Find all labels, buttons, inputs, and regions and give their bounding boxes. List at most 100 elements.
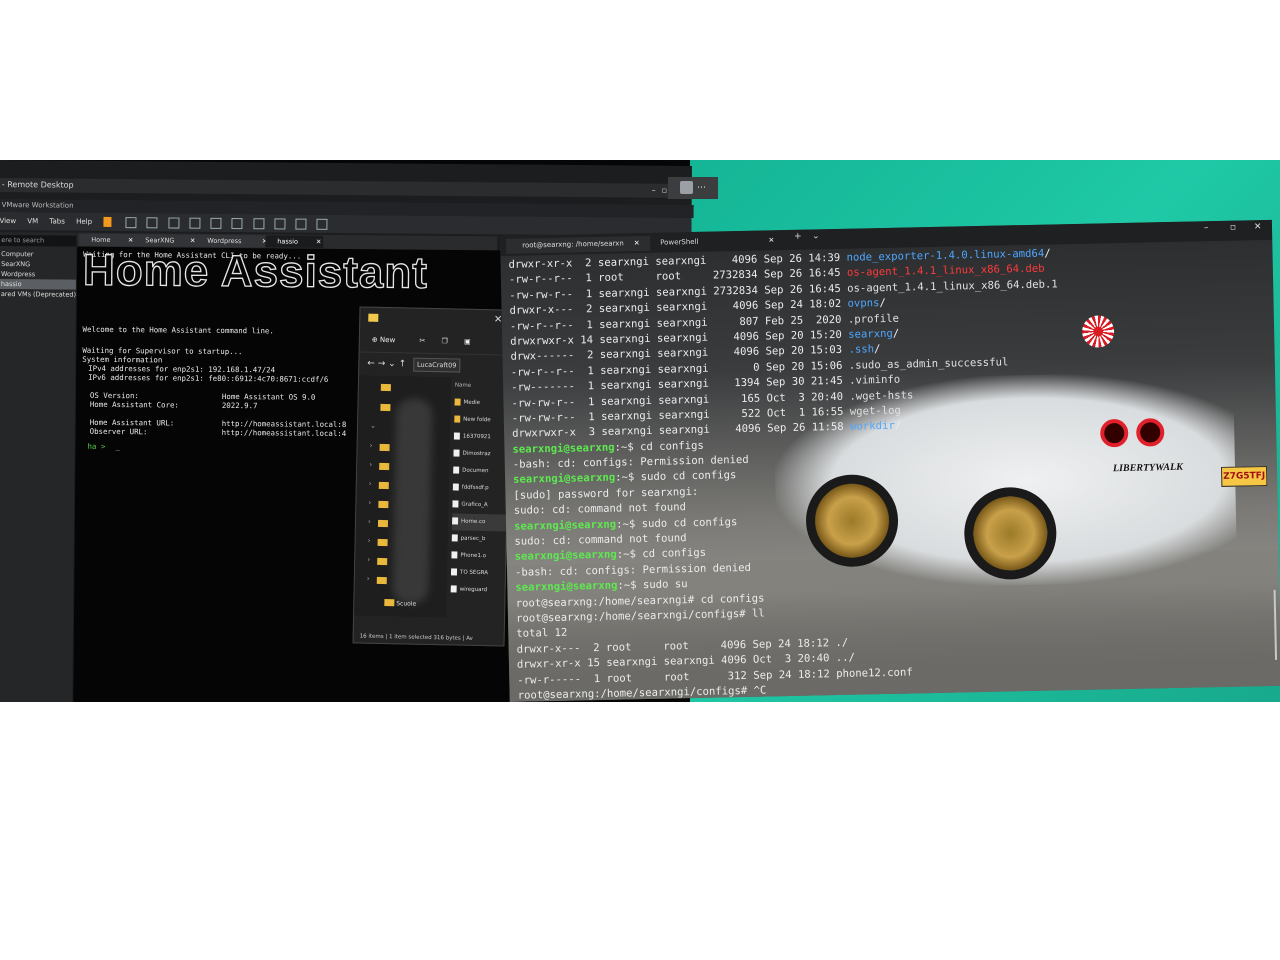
thumbnail-view-icon[interactable] — [231, 217, 243, 229]
file-icon — [452, 517, 459, 525]
tab-home-label: Home — [91, 235, 111, 244]
list-item[interactable]: Medie — [454, 394, 508, 412]
list-item[interactable]: wireguard — [450, 581, 504, 599]
library-item-shared-vms[interactable]: ared VMs (Deprecated) — [0, 289, 76, 300]
library-item-hassio[interactable]: hassio — [0, 278, 76, 290]
list-item[interactable]: Documen — [453, 462, 507, 480]
chevron-right-icon[interactable]: › — [367, 556, 370, 564]
chevron-right-icon[interactable]: › — [369, 480, 372, 488]
terminal-output[interactable]: drwxr-xr-x 2 searxngi searxngi 4096 Sep … — [508, 246, 1066, 701]
list-item[interactable]: fddfssdf.p — [452, 479, 507, 497]
library-search-input[interactable]: ere to search — [0, 234, 77, 247]
minimize-icon[interactable]: – — [1204, 223, 1209, 233]
paste-icon[interactable]: ▣ — [464, 338, 471, 346]
chevron-right-icon[interactable]: › — [367, 575, 370, 583]
file-name: TO SEGRA — [459, 569, 489, 577]
fullscreen-icon[interactable] — [252, 217, 265, 229]
close-icon[interactable]: ✕ — [768, 236, 774, 244]
library-view-icon[interactable] — [210, 217, 222, 229]
terminal-tab-label: root@searxng: /home/searxn — [522, 239, 624, 250]
menu-tabs[interactable]: Tabs — [49, 217, 65, 225]
file-name: Phone1.o — [460, 552, 487, 560]
folder-icon — [454, 415, 461, 423]
list-item[interactable]: Phone1.o — [451, 547, 505, 565]
tab-searxng[interactable]: SearXNG ✕ — [133, 234, 198, 247]
list-item[interactable]: Grafico_A — [452, 496, 506, 514]
terminal-text: sudo: cd: command not found — [514, 532, 687, 548]
terminal-tab-label: PowerShell — [660, 237, 699, 247]
minimize-icon[interactable]: – — [652, 186, 662, 195]
chevron-down-icon[interactable]: ⌄ — [812, 231, 820, 241]
terminal-text: sudo: cd: command not found — [513, 501, 687, 518]
file-explorer-window: ✕ ⊕ New ✂ ❐ ▣ ← → ⌄ ↑ LucaCraft09 ⌄ › › … — [352, 306, 512, 647]
new-tab-icon[interactable]: + — [794, 232, 802, 242]
library-item-searxng[interactable]: SearXNG — [0, 259, 76, 270]
list-item[interactable]: 16370921 — [453, 428, 508, 446]
tab-wordpress[interactable]: Wordpress✕ — [195, 234, 270, 248]
forward-icon[interactable]: → — [378, 359, 386, 369]
file-list: Name Medie New folde 16370921 Dimostraz … — [450, 377, 509, 618]
list-item[interactable]: TO SEGRA — [450, 564, 505, 582]
address-bar[interactable]: LucaCraft09 — [412, 357, 461, 373]
magnifier-icon[interactable] — [680, 181, 693, 194]
file-icon — [452, 483, 459, 491]
library-item-wordpress[interactable]: Wordpress — [0, 269, 76, 280]
unity-icon[interactable] — [274, 217, 286, 229]
close-icon[interactable]: ✕ — [634, 239, 640, 247]
new-button[interactable]: New — [380, 336, 395, 344]
menu-help[interactable]: Help — [76, 218, 92, 226]
chevron-down-icon[interactable]: ⌄ — [370, 422, 376, 430]
up-icon[interactable]: ↑ — [399, 359, 407, 369]
revert-snapshot-icon[interactable] — [167, 216, 180, 229]
folder-icon — [368, 313, 379, 322]
stretch-icon[interactable] — [316, 218, 328, 230]
snapshot-icon[interactable] — [146, 216, 158, 228]
chevron-right-icon[interactable]: › — [368, 518, 371, 526]
tab-home[interactable]: Home ✕ — [79, 233, 136, 247]
listing-filename: os-agent_1.4.1_linux_x86_64.deb.1 — [847, 278, 1058, 295]
snapshot-manager-icon[interactable] — [189, 217, 201, 229]
list-item-selected[interactable]: Home.co — [451, 513, 507, 532]
file-name: Grafico_A — [461, 501, 488, 509]
folder-icon — [378, 481, 389, 490]
chevron-right-icon[interactable]: › — [370, 442, 373, 450]
library-item-computer[interactable]: Computer — [0, 249, 76, 260]
chevron-right-icon[interactable]: › — [368, 537, 371, 545]
file-name: 16370921 — [462, 433, 491, 441]
vmware-title: VMware Workstation — [1, 201, 74, 210]
pause-icon[interactable] — [103, 216, 112, 227]
core-version-label: Home Assistant Core: — [89, 399, 179, 410]
menu-view[interactable]: View — [0, 217, 16, 225]
list-item[interactable]: Dimostraz — [453, 445, 507, 463]
close-icon[interactable]: ✕ — [316, 236, 322, 248]
list-item[interactable]: New folde — [454, 411, 508, 429]
windows-terminal: LIBERTYWALK Z7G5TFJ root@searxng: /home/… — [500, 219, 1280, 702]
listing-filename: searxng — [848, 327, 893, 341]
chevron-right-icon[interactable]: › — [369, 461, 372, 469]
send-keys-icon[interactable] — [125, 216, 137, 228]
nav-item-scuole[interactable]: Scuole — [384, 598, 416, 608]
tab-hassio[interactable]: hassio ✕ — [265, 235, 324, 248]
console-view-icon[interactable] — [295, 218, 307, 230]
listing-filename: .profile — [847, 312, 900, 326]
back-icon[interactable]: ← — [367, 359, 375, 369]
column-header-name[interactable]: Name — [455, 377, 509, 395]
shell-prompt: searxngi@searxng — [512, 472, 616, 487]
tab-powershell[interactable]: PowerShell ✕ — [644, 233, 786, 251]
file-icon — [450, 568, 458, 576]
list-item[interactable]: parsec_b — [451, 530, 506, 548]
listing-suffix: / — [1044, 247, 1051, 260]
more-icon[interactable]: ⋯ — [697, 183, 706, 193]
close-icon[interactable]: ✕ — [1254, 222, 1262, 232]
file-icon — [451, 551, 458, 559]
menu-vm[interactable]: VM — [27, 217, 38, 225]
maximize-icon[interactable]: ▫ — [1230, 223, 1236, 233]
tab-wordpress-label: Wordpress — [207, 236, 242, 246]
tab-root-searxng[interactable]: root@searxng: /home/searxn ✕ — [506, 235, 651, 254]
terminal-text: :~$ sudo su — [617, 578, 688, 592]
cut-icon[interactable]: ✂ — [419, 337, 425, 345]
chevron-right-icon[interactable]: › — [368, 499, 371, 507]
copy-icon[interactable]: ❐ — [441, 337, 447, 345]
chevron-down-icon[interactable]: ⌄ — [388, 359, 396, 369]
tab-hassio-label: hassio — [277, 237, 299, 246]
